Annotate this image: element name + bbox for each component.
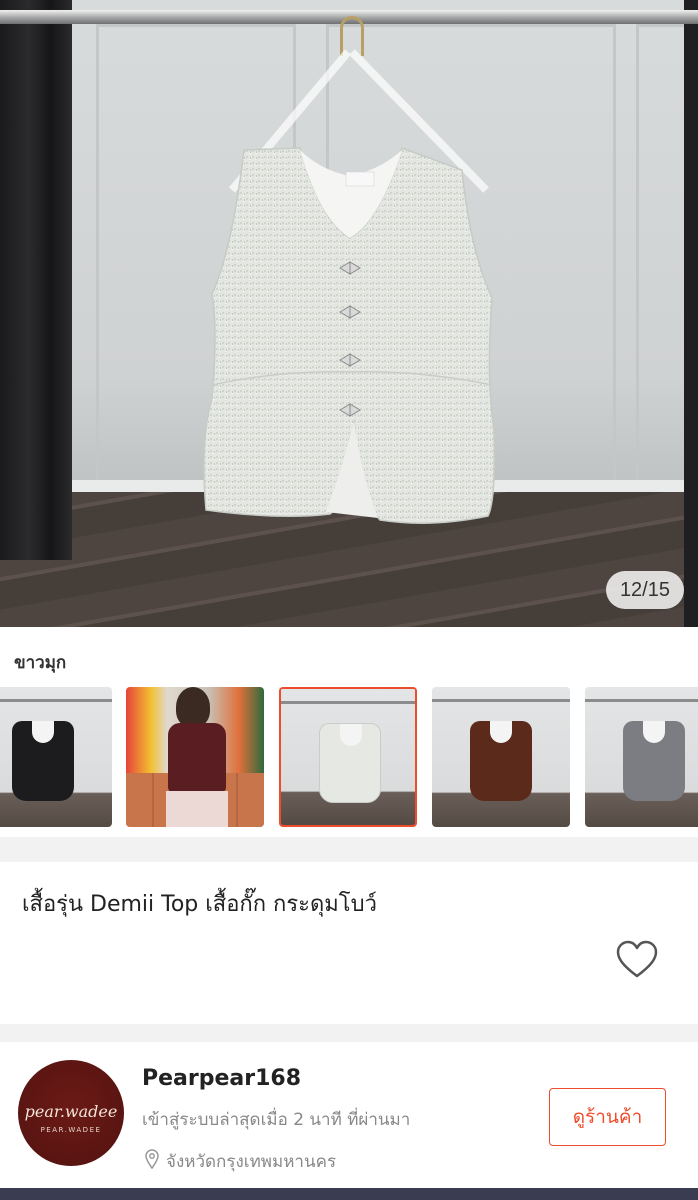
thumb-vest	[319, 723, 381, 803]
thumb-model-head	[176, 687, 210, 727]
product-image-gallery[interactable]: 12/15	[0, 0, 698, 627]
view-shop-button[interactable]: ดูร้านค้า	[549, 1088, 666, 1146]
vest-product-image	[203, 49, 496, 524]
location-pin-icon	[144, 1149, 160, 1174]
bottom-bar	[0, 1188, 698, 1200]
shop-section: pear.wadee PEAR.WADEE Pearpear168 เข้าสู…	[0, 1042, 698, 1200]
shop-location: จังหวัดกรุงเทพมหานคร	[144, 1148, 336, 1175]
variant-thumbnail-list	[0, 687, 698, 827]
product-page: 12/15 ขาวมุก เสื้อรุ่น Demii Top เสื้อกั…	[0, 0, 698, 1200]
thumb-rail	[281, 701, 415, 704]
product-title: เสื้อรุ่น Demii Top เสื้อกั๊ก กระดุมโบว์	[22, 892, 377, 917]
shop-avatar[interactable]: pear.wadee PEAR.WADEE	[18, 1060, 124, 1166]
product-title-section: เสื้อรุ่น Demii Top เสื้อกั๊ก กระดุมโบว์	[0, 862, 698, 1024]
avatar-logo-text: pear.wadee	[24, 1102, 118, 1121]
image-counter: 12/15	[605, 571, 684, 609]
thumb-vest	[12, 721, 74, 801]
thumb-rail	[585, 699, 698, 702]
shop-last-active: เข้าสู่ระบบล่าสุดเมื่อ 2 นาที ที่ผ่านมา	[142, 1110, 411, 1130]
variant-thumbnail-grey[interactable]	[585, 687, 698, 827]
variant-thumbnail-model[interactable]	[126, 687, 264, 827]
thumb-rail	[0, 699, 112, 702]
variant-label: ขาวมุก	[14, 653, 67, 673]
shop-name[interactable]: Pearpear168	[142, 1066, 301, 1091]
thumb-vest	[470, 721, 532, 801]
variant-thumbnail-brown[interactable]	[432, 687, 570, 827]
heart-icon[interactable]	[616, 940, 658, 980]
variant-thumbnail-pearl-white[interactable]	[279, 687, 417, 827]
variant-thumbnail-black[interactable]	[0, 687, 112, 827]
thumb-model-skirt	[166, 791, 228, 827]
avatar-logo-subtext: PEAR.WADEE	[40, 1126, 102, 1134]
thumb-vest	[623, 721, 685, 801]
variant-section: ขาวมุก	[0, 627, 698, 837]
thumb-model-vest	[168, 723, 226, 793]
shop-location-text: จังหวัดกรุงเทพมหานคร	[166, 1152, 337, 1172]
thumb-rail	[432, 699, 570, 702]
